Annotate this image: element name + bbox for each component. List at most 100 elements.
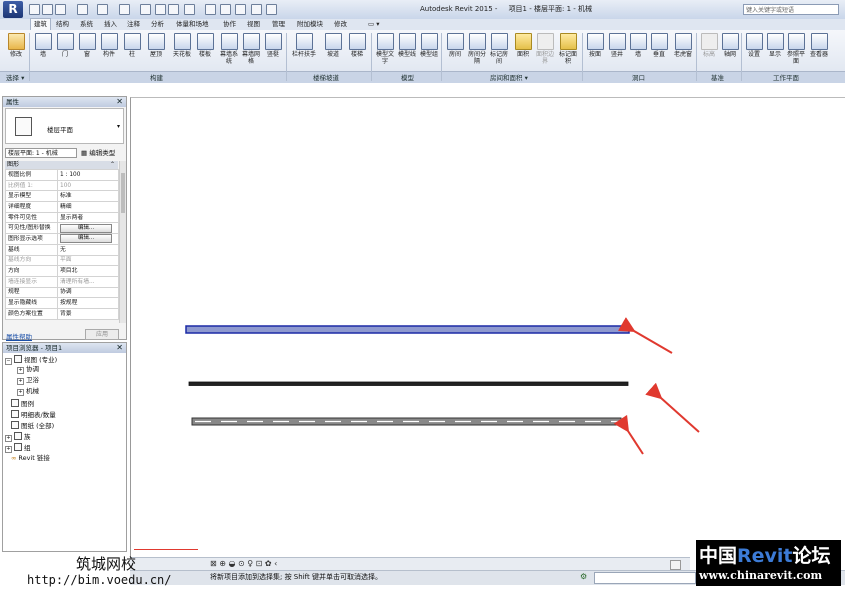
tree-plumbing[interactable]: + 卫浴	[17, 376, 39, 385]
tab-systems[interactable]: 系统	[77, 19, 96, 30]
search-input[interactable]: 键入关键字或短语	[743, 4, 839, 15]
roof-button[interactable]: 屋顶	[146, 33, 166, 58]
tab-massing-site[interactable]: 体量和场地	[173, 19, 212, 30]
tree-families[interactable]: + 族	[5, 432, 31, 442]
tree-revit-links[interactable]: ∞ Revit 链接	[11, 454, 50, 463]
apply-button[interactable]: 应用	[85, 329, 119, 340]
3d-view-icon[interactable]	[184, 4, 195, 15]
open-icon[interactable]	[29, 4, 40, 15]
stair-button[interactable]: 楼梯	[347, 33, 367, 58]
tag-room-button[interactable]: 标记房间	[489, 33, 509, 65]
status-field[interactable]	[594, 572, 696, 584]
modify-button[interactable]: 修改	[6, 33, 26, 58]
customize-qat-icon[interactable]	[266, 4, 277, 15]
scrollbar-thumb[interactable]	[121, 173, 125, 213]
property-row[interactable]: 基线方向 平面	[5, 254, 119, 267]
undo-icon[interactable]	[77, 4, 88, 15]
property-row[interactable]: 规程 协调	[5, 286, 119, 299]
revit-logo-icon[interactable]: R	[3, 1, 23, 18]
graphics-section-header[interactable]: 图形 ⌃	[5, 161, 118, 169]
property-value[interactable]: 按规程	[57, 297, 119, 309]
model-line-button[interactable]: 模型线	[397, 33, 417, 58]
property-value[interactable]: 背景	[57, 307, 119, 320]
set-workplane-button[interactable]: 设置	[744, 33, 764, 58]
property-value[interactable]: 协调	[57, 286, 119, 299]
tab-insert[interactable]: 插入	[101, 19, 120, 30]
property-value[interactable]: 编辑...	[57, 233, 119, 245]
property-value[interactable]: 1 : 100	[57, 169, 119, 181]
tab-manage[interactable]: 管理	[269, 19, 288, 30]
curtain-system-button[interactable]: 幕墙系统	[219, 33, 239, 65]
tree-coordination[interactable]: + 协调	[17, 365, 39, 374]
tab-modify[interactable]: 修改	[331, 19, 350, 30]
property-value[interactable]: 平面	[57, 254, 119, 267]
solid-duct-line[interactable]	[188, 381, 629, 386]
room-button[interactable]: 房间	[445, 33, 465, 58]
close-hidden-icon[interactable]	[235, 4, 246, 15]
floor-button[interactable]: 楼板	[195, 33, 215, 58]
panel-room-area[interactable]: 房间和面积 ▾	[490, 72, 528, 82]
wall-button[interactable]: 墙	[33, 33, 53, 58]
property-row[interactable]: 可见性/图形替换 编辑...	[5, 222, 119, 235]
property-row[interactable]: 颜色方案位置 背景	[5, 307, 119, 320]
panel-select[interactable]: 选择 ▾	[6, 72, 24, 82]
wall-opening-button[interactable]: 墙	[628, 33, 648, 58]
edit-button[interactable]: 编辑...	[60, 234, 112, 244]
print-icon[interactable]	[119, 4, 130, 15]
edit-button[interactable]: 编辑...	[60, 223, 112, 233]
worksets-icon[interactable]: ⚙	[580, 572, 587, 581]
window-button[interactable]: 窗	[77, 33, 97, 58]
view-controls-icon[interactable]: ⊠ ⊕ ◒ ⊙ ♀ ⊡ ✿ ‹	[210, 559, 277, 568]
tree-views[interactable]: − 视图 (专业)	[5, 355, 57, 365]
tab-structure[interactable]: 结构	[53, 19, 72, 30]
property-row[interactable]: 方向 项目北	[5, 265, 119, 277]
railing-button[interactable]: 栏杆扶手	[291, 33, 317, 58]
property-value[interactable]: 标准	[57, 190, 119, 203]
ref-plane-button[interactable]: 参照平面	[786, 33, 806, 65]
tab-annotate[interactable]: 注释	[124, 19, 143, 30]
type-selector[interactable]: 楼层平面 ▾	[5, 108, 124, 144]
tag-area-button[interactable]: 标记面积	[558, 33, 578, 65]
property-row[interactable]: 比例值 1: 100	[5, 179, 119, 192]
properties-help-link[interactable]: 属性帮助	[6, 331, 32, 341]
drawing-canvas[interactable]	[130, 97, 845, 558]
property-value[interactable]: 无	[57, 243, 119, 256]
property-row[interactable]: 视图比例 1 : 100	[5, 169, 119, 181]
redo-icon[interactable]	[97, 4, 108, 15]
tag-icon[interactable]	[155, 4, 166, 15]
properties-scrollbar[interactable]	[119, 161, 126, 323]
property-value[interactable]: 清理所有墙...	[57, 275, 119, 288]
tree-mechanical[interactable]: + 机械	[17, 387, 39, 396]
shaft-button[interactable]: 竖井	[607, 33, 627, 58]
view-scroll-icon[interactable]	[670, 560, 681, 570]
component-button[interactable]: 构件	[99, 33, 119, 58]
close-icon[interactable]: ✕	[116, 343, 123, 353]
ramp-button[interactable]: 坡道	[323, 33, 343, 58]
thin-lines-icon[interactable]	[220, 4, 231, 15]
vertical-opening-button[interactable]: 垂直	[649, 33, 669, 58]
door-button[interactable]: 门	[55, 33, 75, 58]
tab-view[interactable]: 视图	[244, 19, 263, 30]
tree-schedules[interactable]: 明细表/数量	[11, 410, 56, 420]
property-value[interactable]: 编辑...	[57, 222, 119, 235]
property-row[interactable]: 图形显示选项 编辑...	[5, 233, 119, 245]
chevron-down-icon[interactable]: ▾	[117, 123, 120, 130]
model-text-button[interactable]: 模型文字	[375, 33, 395, 65]
property-row[interactable]: 墙连接显示 清理所有墙...	[5, 275, 119, 288]
dormer-button[interactable]: 老虎窗	[671, 33, 695, 58]
property-row[interactable]: 显示隐藏线 按规程	[5, 297, 119, 309]
save-icon[interactable]	[42, 4, 53, 15]
tree-legends[interactable]: 图例	[11, 399, 34, 409]
ribbon-minimize-icon[interactable]: ▭ ▾	[365, 19, 382, 30]
tab-architecture[interactable]: 建筑	[30, 18, 51, 30]
section-icon[interactable]	[205, 4, 216, 15]
room-separator-button[interactable]: 房间分隔	[467, 33, 487, 65]
tree-groups[interactable]: + 组	[5, 443, 31, 453]
grid-button[interactable]: 轴网	[720, 33, 740, 58]
tab-collaborate[interactable]: 协作	[220, 19, 239, 30]
sync-icon[interactable]	[55, 4, 66, 15]
show-workplane-button[interactable]: 显示	[765, 33, 785, 58]
property-value[interactable]: 100	[57, 179, 119, 192]
curtain-grid-button[interactable]: 幕墙网格	[241, 33, 261, 65]
column-button[interactable]: 柱	[122, 33, 142, 58]
